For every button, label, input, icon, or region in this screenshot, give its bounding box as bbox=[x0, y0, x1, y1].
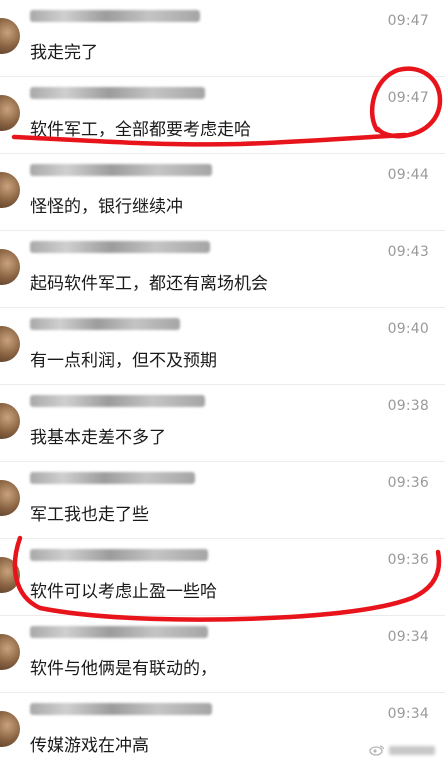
message-text: 传媒游戏在冲高 bbox=[30, 736, 149, 756]
chat-message-list[interactable]: 09:47 我走完了 09:47 软件军工，全部都要考虑走哈 09:44 怪怪的… bbox=[0, 0, 445, 764]
avatar[interactable] bbox=[0, 634, 20, 670]
message-time: 09:47 bbox=[387, 13, 429, 29]
message-row[interactable]: 09:44 怪怪的，银行继续冲 bbox=[0, 154, 445, 231]
message-row[interactable]: 09:34 传媒游戏在冲高 bbox=[0, 693, 445, 770]
message-text: 我走完了 bbox=[30, 43, 98, 63]
message-time: 09:47 bbox=[387, 90, 429, 106]
avatar[interactable] bbox=[0, 480, 20, 516]
redacted-sender-name bbox=[30, 472, 195, 484]
message-text: 软件可以考虑止盈一些哈 bbox=[30, 582, 217, 602]
message-text: 我基本走差不多了 bbox=[30, 428, 166, 448]
avatar[interactable] bbox=[0, 557, 20, 593]
message-text: 怪怪的，银行继续冲 bbox=[30, 197, 183, 217]
redacted-sender-name bbox=[30, 10, 200, 22]
message-time: 09:34 bbox=[387, 706, 429, 722]
message-time: 09:34 bbox=[387, 629, 429, 645]
redacted-sender-name bbox=[30, 703, 212, 715]
redacted-sender-name bbox=[30, 626, 208, 638]
message-text: 军工我也走了些 bbox=[30, 505, 149, 525]
watermark-redacted-text bbox=[389, 745, 435, 755]
message-text: 软件与他俩是有联动的， bbox=[30, 659, 217, 679]
avatar[interactable] bbox=[0, 403, 20, 439]
message-row[interactable]: 09:36 军工我也走了些 bbox=[0, 462, 445, 539]
redacted-sender-name bbox=[30, 241, 210, 253]
message-row[interactable]: 09:34 软件与他俩是有联动的， bbox=[0, 616, 445, 693]
message-text: 起码软件军工，都还有离场机会 bbox=[30, 274, 268, 294]
redacted-sender-name bbox=[30, 87, 205, 99]
message-time: 09:36 bbox=[387, 475, 429, 491]
message-row[interactable]: 09:38 我基本走差不多了 bbox=[0, 385, 445, 462]
redacted-sender-name bbox=[30, 395, 205, 407]
message-time: 09:36 bbox=[387, 552, 429, 568]
message-time: 09:43 bbox=[387, 244, 429, 260]
message-row[interactable]: 09:47 我走完了 bbox=[0, 0, 445, 77]
avatar[interactable] bbox=[0, 326, 20, 362]
redacted-sender-name bbox=[30, 164, 212, 176]
message-row[interactable]: 09:36 软件可以考虑止盈一些哈 bbox=[0, 539, 445, 616]
message-text: 软件军工，全部都要考虑走哈 bbox=[30, 120, 251, 140]
avatar[interactable] bbox=[0, 711, 20, 747]
avatar[interactable] bbox=[0, 95, 20, 131]
message-time: 09:44 bbox=[387, 167, 429, 183]
message-time: 09:38 bbox=[387, 398, 429, 414]
avatar[interactable] bbox=[0, 249, 20, 285]
message-row[interactable]: 09:40 有一点利润，但不及预期 bbox=[0, 308, 445, 385]
redacted-sender-name bbox=[30, 549, 208, 561]
weibo-logo-icon bbox=[369, 745, 385, 756]
message-row[interactable]: 09:47 软件军工，全部都要考虑走哈 bbox=[0, 77, 445, 154]
message-time: 09:40 bbox=[387, 321, 429, 337]
avatar[interactable] bbox=[0, 172, 20, 208]
message-row[interactable]: 09:43 起码软件军工，都还有离场机会 bbox=[0, 231, 445, 308]
watermark bbox=[369, 744, 435, 756]
message-text: 有一点利润，但不及预期 bbox=[30, 351, 217, 371]
avatar[interactable] bbox=[0, 18, 20, 54]
redacted-sender-name bbox=[30, 318, 180, 330]
